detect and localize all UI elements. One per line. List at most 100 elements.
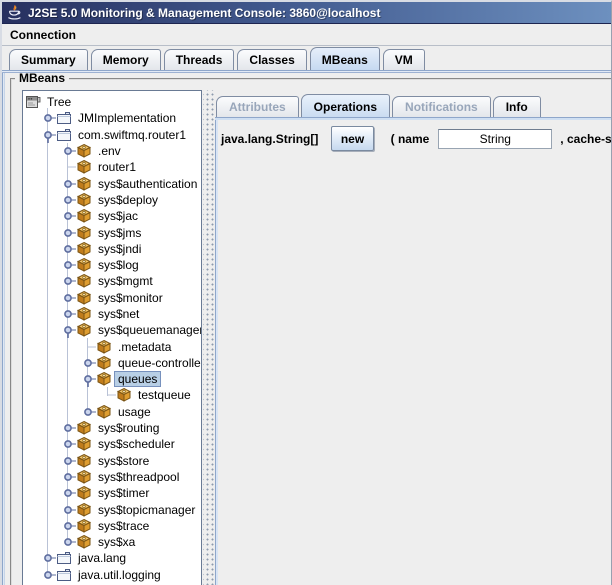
tree-node-label[interactable]: sys$jndi [95,242,144,256]
tree-collapsed-handle[interactable] [60,241,76,257]
tree-node-label[interactable]: sys$topicmanager [95,503,198,517]
tree-node-label[interactable]: sys$timer [95,486,152,500]
tab-info[interactable]: Info [493,96,541,117]
tree-node-label[interactable]: queues [115,372,160,386]
tree-node-label[interactable]: queue-controllers [115,356,202,370]
tree-node[interactable]: sys$jndi [23,241,201,257]
tree-node-label[interactable]: java.util.logging [75,568,164,582]
tree-collapsed-handle[interactable] [60,453,76,469]
tree-expanded-handle[interactable] [60,322,76,338]
tree-node[interactable]: sys$log [23,257,201,273]
tree-node-label[interactable]: sys$threadpool [95,470,182,484]
tree-node[interactable]: queue-controllers [23,355,201,371]
tree-collapsed-handle[interactable] [60,502,76,518]
tree-collapsed-handle[interactable] [40,567,56,583]
tree-node[interactable]: sys$store [23,453,201,469]
tree-collapsed-handle[interactable] [60,485,76,501]
tree-node[interactable]: sys$scheduler [23,436,201,452]
tree-node[interactable]: queues [23,371,201,387]
tree-node[interactable]: sys$deploy [23,192,201,208]
mbean-tree[interactable]: TreeJMImplementation com.swiftmq.router1.… [22,90,202,585]
tree-node[interactable]: sys$routing [23,420,201,436]
tree-expanded-handle[interactable] [80,371,96,387]
tree-node-label[interactable]: sys$routing [95,421,162,435]
tree-collapsed-handle[interactable] [60,518,76,534]
tree-node-label[interactable]: sys$deploy [95,193,161,207]
tree-collapsed-handle[interactable] [60,143,76,159]
tree-node-label[interactable]: sys$xa [95,535,138,549]
tree-node[interactable]: sys$monitor [23,290,201,306]
tree-collapsed-handle[interactable] [40,550,56,566]
tab-memory[interactable]: Memory [91,49,161,70]
tree-collapsed-handle[interactable] [60,273,76,289]
tree-collapsed-handle[interactable] [60,436,76,452]
tree-node-label[interactable]: router1 [95,160,139,174]
tree-collapsed-handle[interactable] [60,208,76,224]
tree-node-label[interactable]: com.swiftmq.router1 [75,128,189,142]
tree-node[interactable]: usage [23,404,201,420]
tree-collapsed-handle[interactable] [40,110,56,126]
tree-collapsed-handle[interactable] [80,355,96,371]
tree-node-label[interactable]: .env [95,144,124,158]
tree-collapsed-handle[interactable] [60,290,76,306]
tree-collapsed-handle[interactable] [80,404,96,420]
tree-node[interactable]: sys$jms [23,224,201,240]
tree-node[interactable]: sys$authentication [23,175,201,191]
tree-node-label[interactable]: Tree [44,95,74,109]
tree-node[interactable]: .env [23,143,201,159]
tab-summary[interactable]: Summary [9,49,88,70]
tree-node-label[interactable]: JMImplementation [75,111,179,125]
tree-node[interactable]: java.lang [23,550,201,566]
tab-vm[interactable]: VM [383,49,425,70]
tree-node[interactable]: sys$trace [23,518,201,534]
tree-node-label[interactable]: .metadata [115,340,174,354]
tab-threads[interactable]: Threads [164,49,235,70]
tree-node[interactable]: sys$timer [23,485,201,501]
tree-node-label[interactable]: java.lang [75,551,129,565]
tree-node[interactable]: sys$threadpool [23,469,201,485]
tree-node-label[interactable]: sys$scheduler [95,437,178,451]
tree-collapsed-handle[interactable] [60,257,76,273]
tab-classes[interactable]: Classes [237,49,306,70]
tree-node-label[interactable]: sys$store [95,454,152,468]
tree-node[interactable]: sys$net [23,306,201,322]
tab-mbeans[interactable]: MBeans [310,47,380,70]
tree-node-label[interactable]: sys$mgmt [95,274,156,288]
tree-node-label[interactable]: sys$queuemanager [95,323,202,337]
tree-node[interactable]: sys$queuemanager [23,322,201,338]
tree-node[interactable]: sys$jac [23,208,201,224]
tree-node[interactable]: sys$mgmt [23,273,201,289]
split-pane-divider[interactable] [203,90,215,585]
tree-node-label[interactable]: sys$jac [95,209,141,223]
tab-operations[interactable]: Operations [301,94,390,117]
tree-node-label[interactable]: sys$jms [95,226,144,240]
tree-collapsed-handle[interactable] [60,306,76,322]
tree-node-label[interactable]: usage [115,405,154,419]
tree-node[interactable]: sys$topicmanager [23,501,201,517]
tree-collapsed-handle[interactable] [60,192,76,208]
tree-node[interactable]: router1 [23,159,201,175]
window-titlebar[interactable]: J2SE 5.0 Monitoring & Management Console… [2,2,611,24]
tree-collapsed-handle[interactable] [60,225,76,241]
tree-node-label[interactable]: sys$monitor [95,291,166,305]
tree-node-label[interactable]: sys$authentication [95,177,200,191]
tree-node[interactable]: java.util.logging [23,567,201,583]
param-name-input[interactable] [438,129,552,149]
tree-collapsed-handle[interactable] [60,176,76,192]
tree-node[interactable]: testqueue [23,387,201,403]
tree-collapsed-handle[interactable] [60,420,76,436]
tree-expanded-handle[interactable] [40,127,56,143]
tree-collapsed-handle[interactable] [60,534,76,550]
invoke-new-button[interactable]: new [331,126,373,151]
tree-node[interactable]: JMImplementation [23,110,201,126]
tree-node-label[interactable]: sys$net [95,307,142,321]
tree-collapsed-handle[interactable] [60,469,76,485]
tree-node[interactable]: sys$xa [23,534,201,550]
tree-node-label[interactable]: sys$log [95,258,142,272]
tree-node-label[interactable]: testqueue [135,388,194,402]
tree-node[interactable]: .metadata [23,338,201,354]
tree-node[interactable]: Tree [23,94,201,110]
menu-connection[interactable]: Connection [2,26,84,44]
tree-node[interactable]: com.swiftmq.router1 [23,127,201,143]
tree-node-label[interactable]: sys$trace [95,519,152,533]
